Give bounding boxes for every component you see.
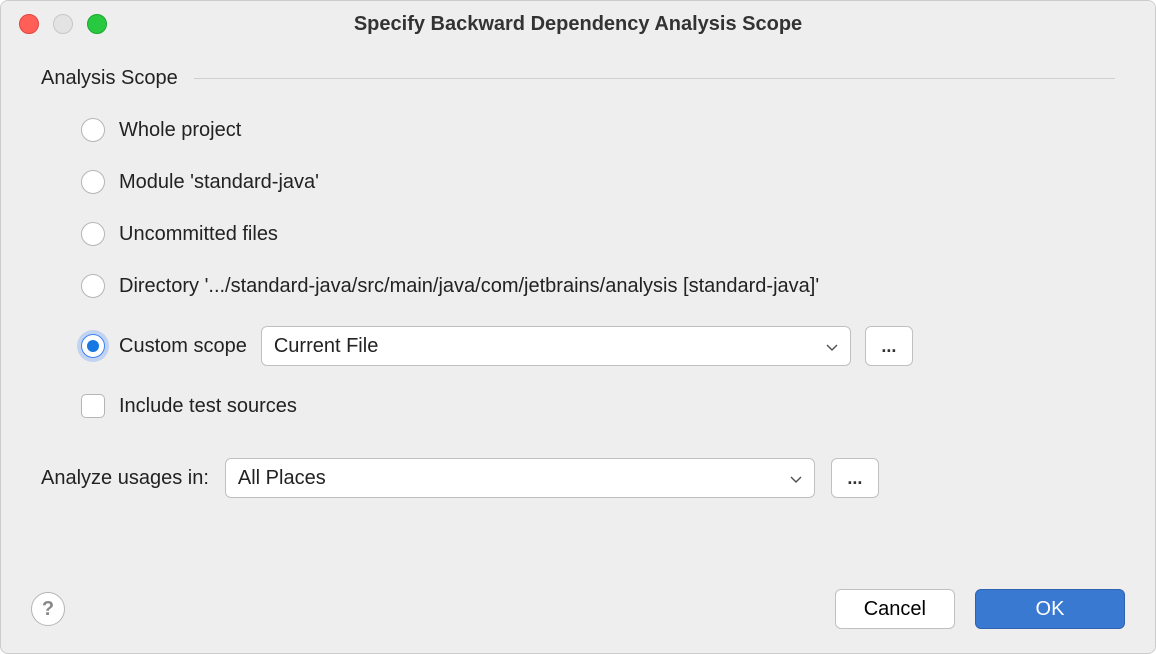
radio-custom-scope-row: Custom scope Current File ... — [81, 326, 1115, 366]
button-label: OK — [1036, 598, 1065, 621]
footer-buttons: Cancel OK — [835, 589, 1125, 629]
radio-module[interactable]: Module 'standard-java' — [81, 170, 1115, 194]
custom-scope-ellipsis-button[interactable]: ... — [865, 326, 913, 366]
checkbox-include-test-sources[interactable]: Include test sources — [81, 394, 1115, 418]
radio-directory[interactable]: Directory '.../standard-java/src/main/ja… — [81, 274, 1115, 298]
titlebar: Specify Backward Dependency Analysis Sco… — [1, 1, 1155, 47]
checkbox-icon — [81, 394, 105, 418]
analyze-usages-row: Analyze usages in: All Places ... — [41, 458, 1115, 498]
radio-label: Whole project — [119, 119, 241, 142]
chevron-down-icon — [826, 335, 838, 358]
scope-radio-group: Whole project Module 'standard-java' Unc… — [41, 118, 1115, 418]
radio-label: Directory '.../standard-java/src/main/ja… — [119, 275, 819, 298]
ok-button[interactable]: OK — [975, 589, 1125, 629]
ellipsis-label: ... — [881, 336, 896, 357]
analyze-usages-dropdown[interactable]: All Places — [225, 458, 815, 498]
radio-label: Custom scope — [119, 335, 247, 358]
dialog-title: Specify Backward Dependency Analysis Sco… — [1, 13, 1155, 36]
section-title: Analysis Scope — [41, 67, 178, 90]
radio-label: Uncommitted files — [119, 223, 278, 246]
cancel-button[interactable]: Cancel — [835, 589, 955, 629]
chevron-down-icon — [790, 467, 802, 490]
dialog-content: Analysis Scope Whole project Module 'sta… — [1, 47, 1155, 548]
radio-label: Module 'standard-java' — [119, 171, 319, 194]
radio-uncommitted-files[interactable]: Uncommitted files — [81, 222, 1115, 246]
help-icon: ? — [42, 598, 54, 621]
section-header: Analysis Scope — [41, 67, 1115, 90]
radio-custom-scope[interactable]: Custom scope — [81, 334, 247, 358]
radio-icon — [81, 334, 105, 358]
custom-scope-dropdown[interactable]: Current File — [261, 326, 851, 366]
radio-icon — [81, 170, 105, 194]
checkbox-label: Include test sources — [119, 395, 297, 418]
section-rule — [194, 78, 1115, 79]
radio-icon — [81, 274, 105, 298]
analyze-usages-label: Analyze usages in: — [41, 467, 209, 490]
radio-whole-project[interactable]: Whole project — [81, 118, 1115, 142]
analyze-usages-ellipsis-button[interactable]: ... — [831, 458, 879, 498]
ellipsis-label: ... — [847, 468, 862, 489]
dialog-window: Specify Backward Dependency Analysis Sco… — [0, 0, 1156, 654]
help-button[interactable]: ? — [31, 592, 65, 626]
dialog-footer: ? Cancel OK — [1, 583, 1155, 653]
radio-icon — [81, 222, 105, 246]
button-label: Cancel — [864, 598, 926, 621]
dropdown-value: Current File — [274, 335, 378, 358]
dropdown-value: All Places — [238, 467, 326, 490]
radio-icon — [81, 118, 105, 142]
